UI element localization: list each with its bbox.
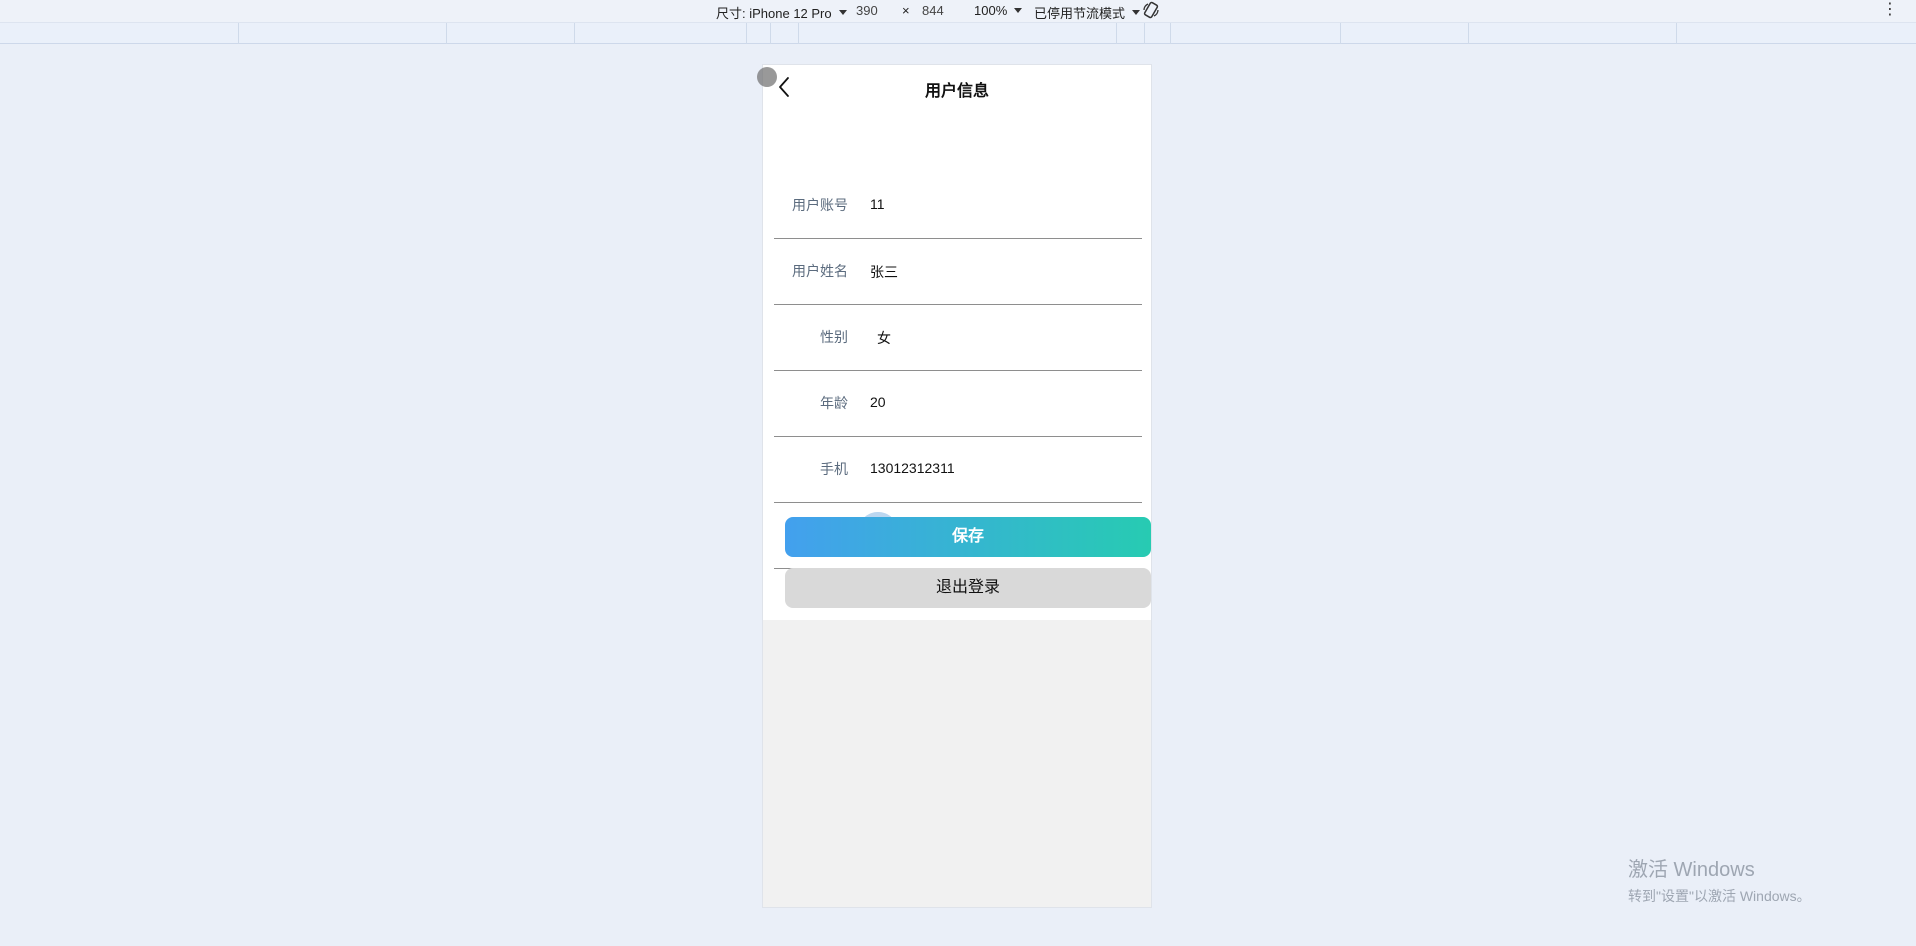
watermark-line-1: 激活 Windows: [1628, 859, 1755, 881]
width-input[interactable]: 390: [856, 3, 878, 18]
field-label: 用户账号: [792, 197, 848, 213]
zoom-label: 100%: [974, 3, 1008, 18]
caret-down-icon: [838, 10, 847, 15]
ruler-tick[interactable]: [1676, 23, 1677, 44]
dimension-separator: ×: [902, 3, 910, 18]
ruler-tick[interactable]: [798, 23, 799, 44]
caret-down-icon: [1132, 10, 1141, 15]
watermark-line-2: 转到"设置"以激活 Windows。: [1628, 888, 1811, 904]
windows-activation-watermark: 激活 Windows 转到"设置"以激活 Windows。: [1628, 853, 1811, 906]
field-account[interactable]: 用户账号 11: [774, 173, 1142, 239]
device-viewport: 用户信息 用户账号 11 用户姓名 张三 性别 女 年龄 20 手机 13012…: [757, 64, 1152, 908]
ruler-tick[interactable]: [446, 23, 447, 44]
throttle-select[interactable]: 已停用节流模式: [1034, 3, 1141, 22]
nav-header: 用户信息: [763, 65, 1151, 109]
zoom-select[interactable]: 100%: [974, 3, 1023, 18]
caret-down-icon: [1014, 8, 1023, 13]
name-input[interactable]: 张三: [870, 262, 898, 282]
field-label: 性别: [820, 329, 848, 345]
touch-cursor: [757, 67, 777, 87]
field-label: 年龄: [820, 395, 848, 411]
ruler-tick[interactable]: [1170, 23, 1171, 44]
field-label: 用户姓名: [792, 263, 848, 279]
device-select[interactable]: 尺寸: iPhone 12 Pro: [716, 3, 847, 22]
ruler-tick[interactable]: [770, 23, 771, 44]
media-query-ruler: [0, 22, 1916, 44]
ruler-tick[interactable]: [746, 23, 747, 44]
logout-button[interactable]: 退出登录: [785, 568, 1151, 608]
ruler-tick[interactable]: [574, 23, 575, 44]
ruler-tick[interactable]: [1116, 23, 1117, 44]
field-age[interactable]: 年龄 20: [774, 371, 1142, 437]
height-input[interactable]: 844: [922, 3, 944, 18]
kebab-menu-icon[interactable]: ⋮: [1882, 2, 1898, 18]
age-input[interactable]: 20: [870, 394, 886, 410]
ruler-tick[interactable]: [1144, 23, 1145, 44]
ruler-tick[interactable]: [1468, 23, 1469, 44]
field-name[interactable]: 用户姓名 张三: [774, 239, 1142, 305]
gender-select[interactable]: 女: [877, 328, 891, 348]
field-phone[interactable]: 手机 13012312311: [774, 437, 1142, 503]
rotate-icon[interactable]: [1142, 1, 1160, 19]
devtools-device-toolbar: 尺寸: iPhone 12 Pro 390 × 844 100% 已停用节流模式…: [0, 0, 1916, 22]
throttle-label: 已停用节流模式: [1034, 6, 1126, 21]
field-gender[interactable]: 性别 女: [774, 305, 1142, 371]
field-label: 手机: [820, 461, 848, 477]
device-select-label: 尺寸: iPhone 12 Pro: [716, 6, 832, 21]
page-title: 用户信息: [924, 83, 989, 100]
user-info-page: 用户信息 用户账号 11 用户姓名 张三 性别 女 年龄 20 手机 13012…: [757, 65, 1151, 620]
ruler-tick[interactable]: [238, 23, 239, 44]
ruler-tick[interactable]: [1340, 23, 1341, 44]
account-input[interactable]: 11: [870, 196, 885, 212]
save-button[interactable]: 保存: [785, 517, 1151, 557]
phone-input[interactable]: 13012312311: [870, 460, 955, 476]
